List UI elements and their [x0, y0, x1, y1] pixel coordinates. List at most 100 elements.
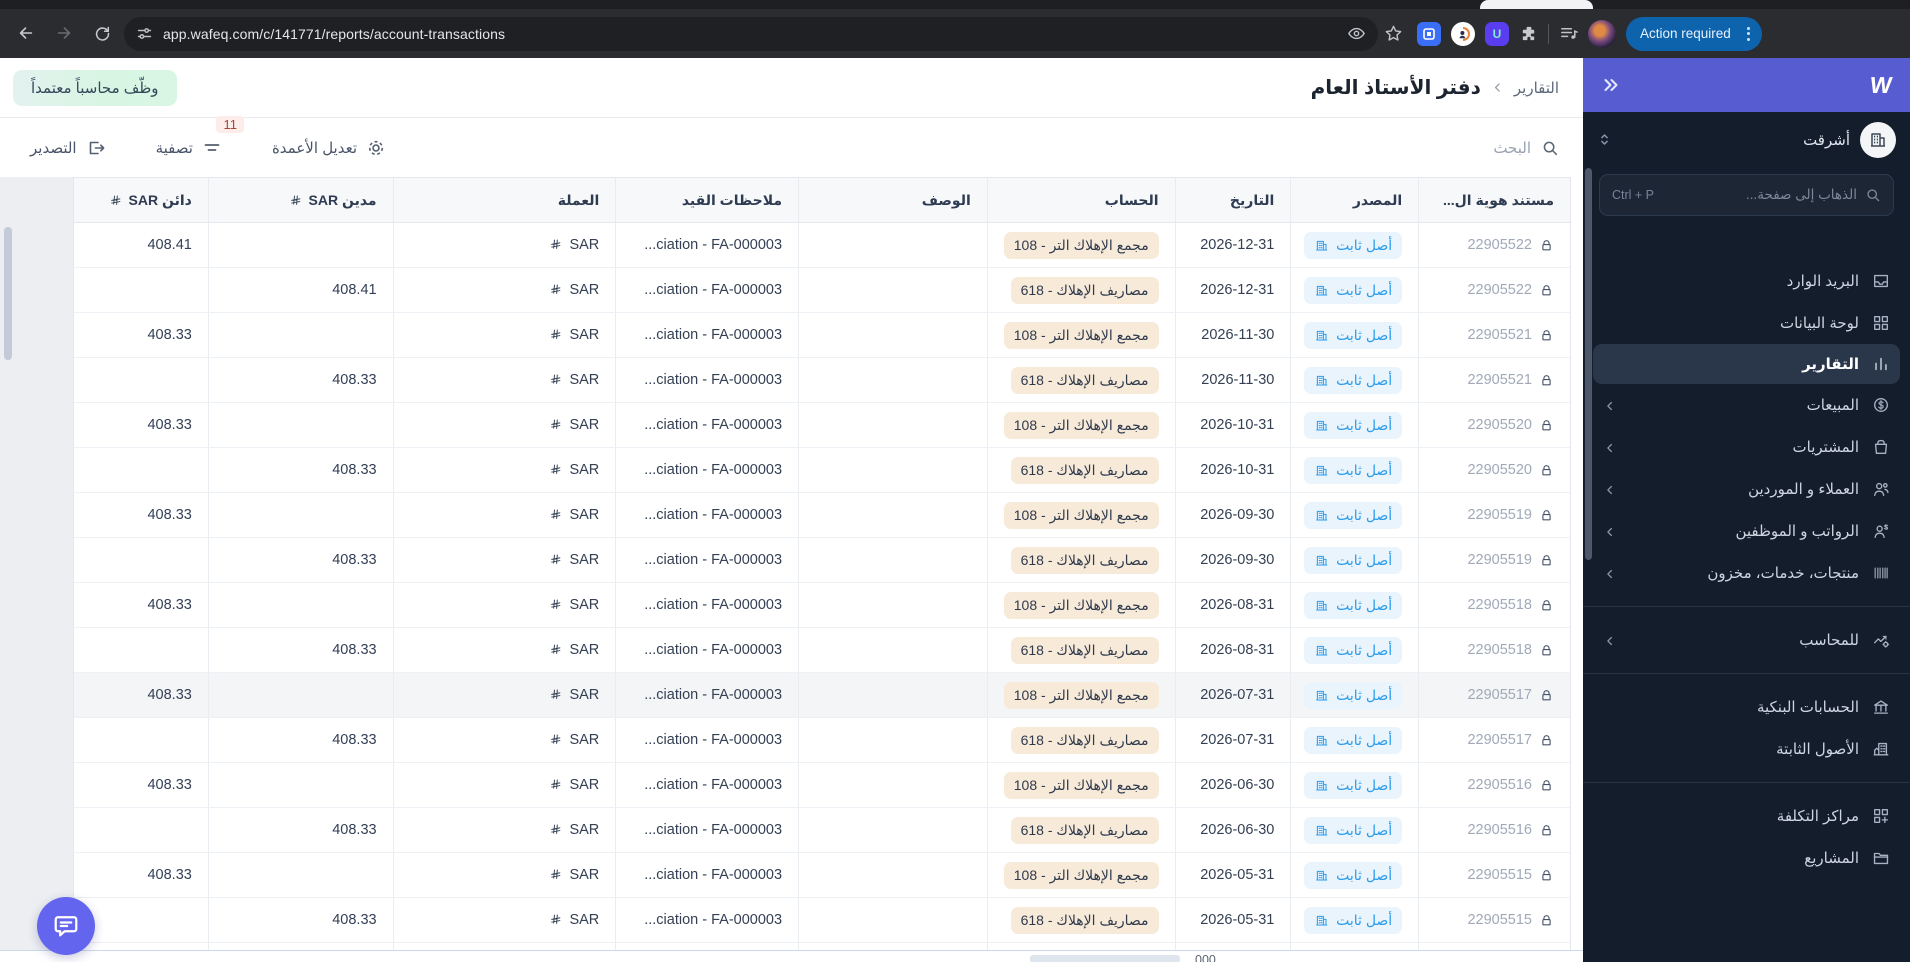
breadcrumb-parent[interactable]: التقارير	[1514, 79, 1559, 97]
account-badge[interactable]: 108 - مجمع الإهلاك التر	[1003, 321, 1159, 349]
column-header-source[interactable]: المصدر	[1290, 178, 1418, 223]
source-badge[interactable]: أصل ثابت	[1304, 726, 1403, 754]
sidebar-item-purchases[interactable]: المشتريات	[1583, 426, 1910, 468]
ledger-row[interactable]: 22905522 أصل ثابت 2026-12-31 108 - مجمع الإ…	[74, 223, 1570, 269]
ledger-row[interactable]: 22905516 أصل ثابت 2026-06-30 108 - مجمع الإ…	[74, 763, 1570, 809]
doc-id-text[interactable]: 22905519	[1467, 507, 1532, 523]
ledger-row[interactable]: 22905519 أصل ثابت 2026-09-30 618 - مصاريف ا…	[74, 538, 1570, 584]
account-badge[interactable]: 108 - مجمع الإهلاك التر	[1003, 231, 1159, 259]
sidebar-item-bank[interactable]: الحسابات البنكية	[1583, 686, 1910, 728]
sidebar-item-accountant[interactable]: للمحاسب	[1583, 619, 1910, 661]
sidebar-item-inbox[interactable]: البريد الوارد	[1583, 260, 1910, 302]
source-badge[interactable]: أصل ثابت	[1304, 906, 1403, 934]
doc-id-text[interactable]: 22905517	[1467, 732, 1532, 748]
edit-columns-button[interactable]: تعديل الأعمدة	[266, 137, 392, 159]
sidebar-item-payroll[interactable]: الرواتب و الموظفين	[1583, 510, 1910, 552]
extension-icon-blue[interactable]	[1417, 21, 1441, 46]
sidebar-scrollbar[interactable]	[1585, 168, 1592, 560]
source-badge[interactable]: أصل ثابت	[1304, 591, 1403, 619]
support-chat-button[interactable]	[37, 897, 95, 955]
column-header-debit[interactable]: مدين SAR	[207, 178, 393, 223]
source-badge[interactable]: أصل ثابت	[1304, 816, 1403, 844]
column-header-desc[interactable]: الوصف	[798, 178, 987, 223]
forward-button[interactable]	[48, 18, 80, 50]
table-search-button[interactable]: البحث	[1493, 139, 1559, 157]
profile-avatar[interactable]	[1588, 19, 1616, 48]
hire-accountant-badge[interactable]: وظّف محاسباً معتمداً	[13, 69, 177, 106]
doc-id-text[interactable]: 22905518	[1467, 597, 1532, 613]
back-button[interactable]	[10, 18, 42, 50]
export-button[interactable]: التصدير	[24, 137, 112, 159]
sidebar-item-contacts[interactable]: العملاء و الموردين	[1583, 468, 1910, 510]
doc-id-text[interactable]: 22905519	[1467, 552, 1532, 568]
sidebar-item-sales[interactable]: المبيعات	[1583, 384, 1910, 426]
sidebar-item-projects[interactable]: المشاريع	[1583, 837, 1910, 879]
url-bar[interactable]: app.wafeq.com/c/141771/reports/account-t…	[124, 16, 1378, 51]
goto-page-search[interactable]: الذهاب إلى صفحة... Ctrl + P	[1599, 174, 1894, 216]
ledger-row[interactable]: 22905522 أصل ثابت 2026-12-31 618 - مصاريف ا…	[74, 268, 1570, 314]
account-badge[interactable]: 618 - مصاريف الإهلاك	[1010, 276, 1159, 304]
sidebar-item-inventory[interactable]: منتجات، خدمات، مخزون	[1583, 552, 1910, 594]
account-badge[interactable]: 618 - مصاريف الإهلاك	[1010, 816, 1159, 844]
source-badge[interactable]: أصل ثابت	[1304, 501, 1403, 529]
column-header-notes[interactable]: ملاحظات القيد	[615, 178, 798, 223]
account-badge[interactable]: 108 - مجمع الإهلاك التر	[1003, 501, 1159, 529]
account-badge[interactable]: 618 - مصاريف الإهلاك	[1010, 366, 1159, 394]
filter-button[interactable]: 11 تصفية	[150, 115, 244, 159]
doc-id-text[interactable]: 22905518	[1467, 642, 1532, 658]
doc-id-text[interactable]: 22905522	[1467, 282, 1532, 298]
source-badge[interactable]: أصل ثابت	[1304, 411, 1403, 439]
extensions-puzzle-icon[interactable]	[1519, 24, 1538, 43]
kebab-menu-icon[interactable]	[1741, 26, 1756, 41]
vertical-scrollbar[interactable]	[4, 227, 12, 361]
company-switcher[interactable]: أشرقت	[1583, 112, 1910, 168]
source-badge[interactable]: أصل ثابت	[1304, 276, 1403, 304]
source-badge[interactable]: أصل ثابت	[1304, 771, 1403, 799]
source-badge[interactable]: أصل ثابت	[1304, 636, 1403, 664]
ledger-row[interactable]: 22905515 أصل ثابت 2026-05-31 618 - مصاريف ا…	[74, 898, 1570, 944]
source-badge[interactable]: أصل ثابت	[1304, 861, 1403, 889]
ledger-row[interactable]: 22905520 أصل ثابت 2026-10-31 618 - مصاريف ا…	[74, 448, 1570, 494]
source-badge[interactable]: أصل ثابت	[1304, 456, 1403, 484]
sidebar-item-cost-centers[interactable]: مراكز التكلفة	[1583, 795, 1910, 837]
column-header-currency[interactable]: العملة	[392, 178, 616, 223]
source-badge[interactable]: أصل ثابت	[1304, 546, 1403, 574]
ledger-row[interactable]: 22905518 أصل ثابت 2026-08-31 618 - مصاريف ا…	[74, 628, 1570, 674]
column-header-account[interactable]: الحساب	[986, 178, 1175, 223]
doc-id-text[interactable]: 22905521	[1467, 327, 1532, 343]
ledger-row[interactable]: 22905515 أصل ثابت 2026-05-31 108 - مجمع الإ…	[74, 853, 1570, 899]
account-badge[interactable]: 108 - مجمع الإهلاك التر	[1003, 411, 1159, 439]
sidebar-item-dashboard[interactable]: لوحة البيانات	[1583, 302, 1910, 344]
source-badge[interactable]: أصل ثابت	[1304, 231, 1403, 259]
column-header-date[interactable]: التاريخ	[1174, 178, 1291, 223]
browser-tab[interactable]	[1480, 0, 1593, 9]
doc-id-text[interactable]: 22905516	[1467, 822, 1532, 838]
eye-icon[interactable]	[1347, 24, 1366, 43]
account-badge[interactable]: 618 - مصاريف الإهلاك	[1010, 726, 1159, 754]
doc-id-text[interactable]: 22905515	[1467, 867, 1532, 883]
reload-button[interactable]	[86, 18, 118, 50]
ledger-row[interactable]: 22905517 أصل ثابت 2026-07-31 618 - مصاريف ا…	[74, 718, 1570, 764]
doc-id-text[interactable]: 22905515	[1467, 912, 1532, 928]
doc-id-text[interactable]: 22905516	[1467, 777, 1532, 793]
ledger-row[interactable]: 22905518 أصل ثابت 2026-08-31 108 - مجمع الإ…	[74, 583, 1570, 629]
doc-id-text[interactable]: 22905517	[1467, 687, 1532, 703]
doc-id-text[interactable]: 22905521	[1467, 372, 1532, 388]
doc-id-text[interactable]: 22905520	[1467, 417, 1532, 433]
extension-icon-u[interactable]: U	[1485, 21, 1509, 46]
source-badge[interactable]: أصل ثابت	[1304, 321, 1403, 349]
account-badge[interactable]: 618 - مصاريف الإهلاك	[1010, 546, 1159, 574]
action-required-button[interactable]: Action required	[1626, 16, 1762, 51]
account-badge[interactable]: 618 - مصاريف الإهلاك	[1010, 456, 1159, 484]
sidebar-item-fixed-assets[interactable]: الأصول الثابتة	[1583, 728, 1910, 770]
ledger-row[interactable]: 22905519 أصل ثابت 2026-09-30 108 - مجمع الإ…	[74, 493, 1570, 539]
source-badge[interactable]: أصل ثابت	[1304, 681, 1403, 709]
bookmark-star-icon[interactable]	[1384, 24, 1403, 43]
account-badge[interactable]: 618 - مصاريف الإهلاك	[1010, 636, 1159, 664]
account-badge[interactable]: 618 - مصاريف الإهلاك	[1010, 906, 1159, 934]
column-header-credit[interactable]: دائن SAR	[74, 178, 208, 222]
source-badge[interactable]: أصل ثابت	[1304, 366, 1403, 394]
doc-id-text[interactable]: 22905520	[1467, 462, 1532, 478]
sidebar-collapse-button[interactable]	[1601, 75, 1621, 95]
account-badge[interactable]: 108 - مجمع الإهلاك التر	[1003, 591, 1159, 619]
